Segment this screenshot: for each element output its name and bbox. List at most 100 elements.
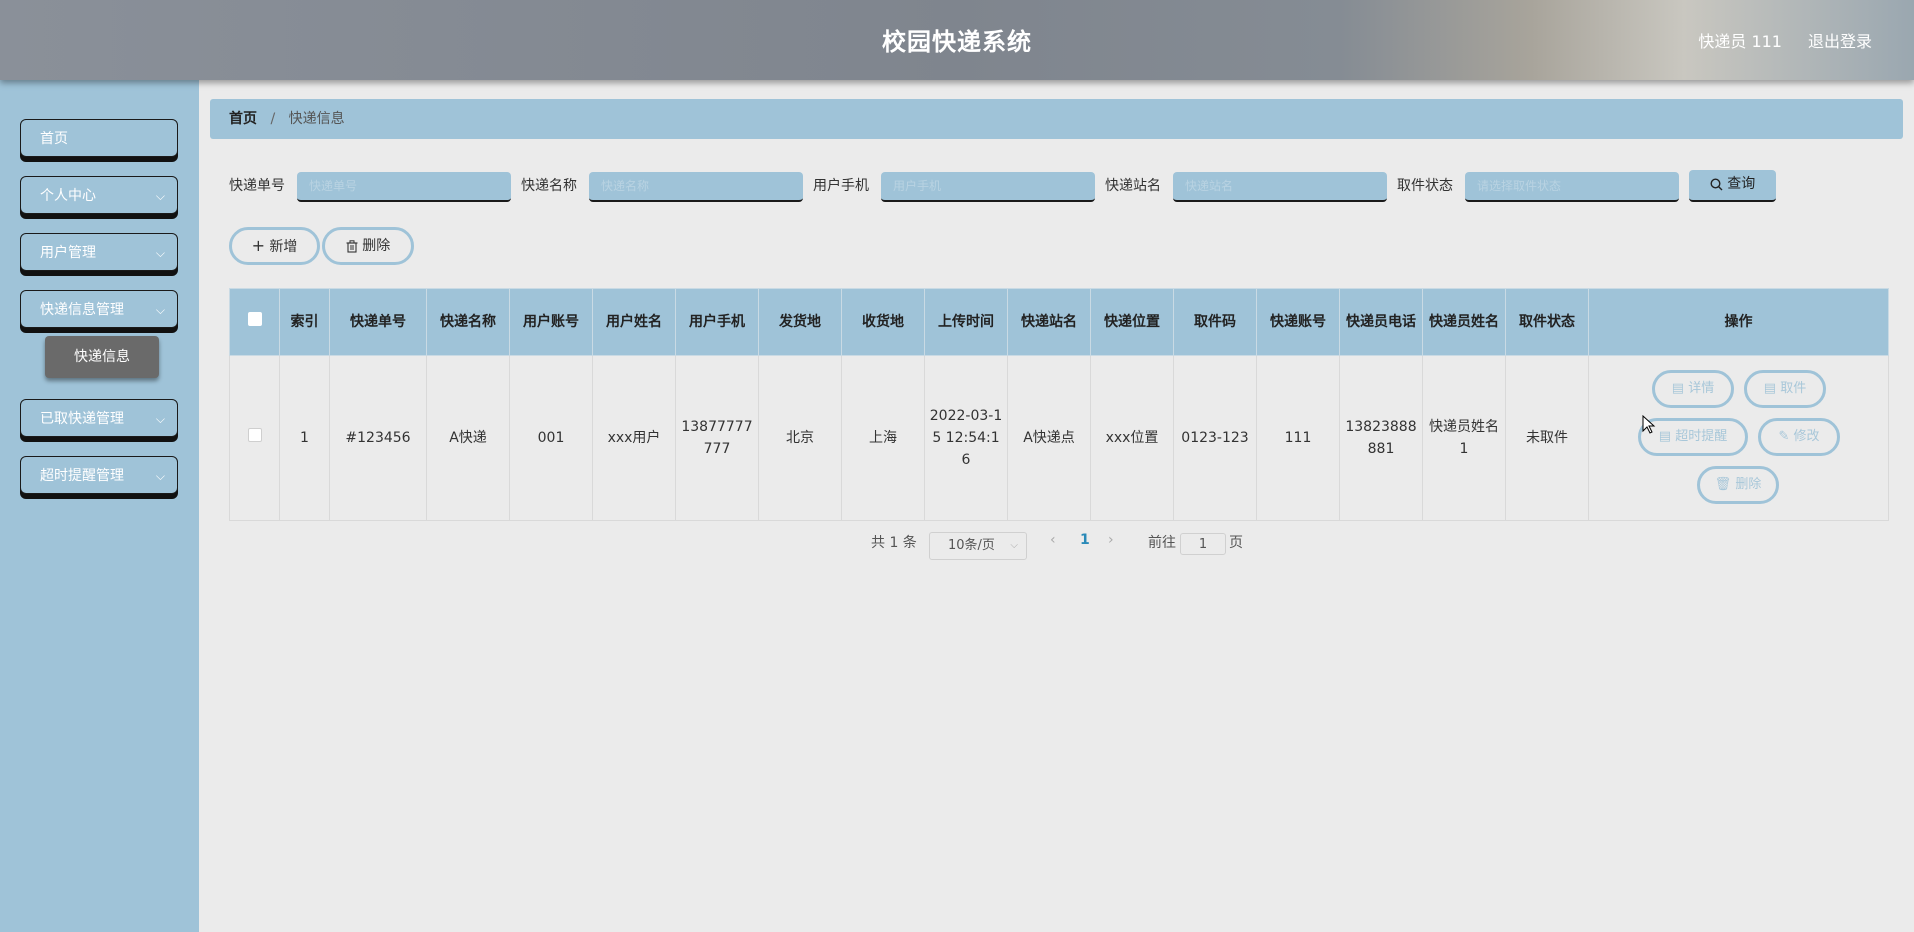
- column-header: 快递名称: [426, 288, 510, 356]
- search-label-user-phone: 用户手机: [813, 178, 869, 194]
- cell-pickup-code: 0123-123: [1173, 355, 1257, 521]
- cell-actions: ▤ 详情 ▤ 取件 ▤ 超时提醒 ✎ 修改 🗑︎ 删除: [1588, 355, 1889, 521]
- cell-tracking-no: #123456: [329, 355, 427, 521]
- query-button-label: 查询: [1727, 176, 1756, 192]
- user-phone-input[interactable]: [881, 172, 1095, 202]
- cell-user-name: xxx用户: [592, 355, 676, 521]
- edit-button-label: 修改: [1793, 429, 1820, 444]
- batch-delete-button[interactable]: 删除: [322, 227, 414, 265]
- add-button-label: 新增: [269, 239, 298, 255]
- express-table: 索引 快递单号 快递名称 用户账号 用户姓名 用户手机 发货地 收货地 上传时间…: [229, 288, 1889, 521]
- sidebar-item-express-management[interactable]: 快递信息管理 ⌵: [20, 290, 178, 328]
- column-header: 快递账号: [1256, 288, 1340, 356]
- cell-user-phone: 13877777777: [675, 355, 759, 521]
- chevron-down-icon: ⌵: [155, 189, 165, 203]
- top-header: 校园快递系统 快递员 111 退出登录: [0, 0, 1914, 80]
- plus-icon: +: [251, 236, 265, 255]
- chevron-down-icon: ⌵: [1010, 540, 1018, 551]
- sidebar-item-picked-management[interactable]: 已取快递管理 ⌵: [20, 399, 178, 437]
- page-size-select[interactable]: 10条/页 ⌵: [929, 532, 1027, 560]
- status-select[interactable]: [1465, 172, 1679, 202]
- sidebar: 首页 个人中心 ⌵ 用户管理 ⌵ 快递信息管理 ⌵ 快递信息 已取快递管理 ⌵ …: [0, 80, 199, 932]
- sidebar-item-home[interactable]: 首页: [20, 119, 178, 157]
- sidebar-item-label: 超时提醒管理: [40, 468, 124, 484]
- detail-button[interactable]: ▤ 详情: [1652, 370, 1734, 408]
- edit-button[interactable]: ✎ 修改: [1758, 418, 1840, 456]
- search-label-express-name: 快递名称: [521, 178, 577, 194]
- pencil-icon: ✎: [1778, 429, 1790, 444]
- chevron-down-icon: ⌵: [155, 412, 165, 426]
- column-header: 快递员姓名: [1422, 288, 1506, 356]
- search-label-tracking-no: 快递单号: [229, 178, 285, 194]
- column-header: 索引: [279, 288, 330, 356]
- cell-user-account: 001: [509, 355, 593, 521]
- column-header: 快递站名: [1007, 288, 1091, 356]
- search-label-status: 取件状态: [1397, 178, 1453, 194]
- row-select-cell: [229, 355, 280, 521]
- tracking-no-input[interactable]: [297, 172, 511, 202]
- chevron-down-icon: ⌵: [155, 469, 165, 483]
- cell-station: A快递点: [1007, 355, 1091, 521]
- column-header: 上传时间: [924, 288, 1008, 356]
- cell-index: 1: [279, 355, 330, 521]
- logout-link[interactable]: 退出登录: [1808, 28, 1872, 52]
- search-icon: [1710, 177, 1723, 190]
- pickup-button-label: 取件: [1780, 381, 1807, 396]
- column-header: 用户姓名: [592, 288, 676, 356]
- page-suffix: 页: [1229, 535, 1243, 551]
- sidebar-item-personal-center[interactable]: 个人中心 ⌵: [20, 176, 178, 214]
- breadcrumb-home[interactable]: 首页: [229, 111, 257, 127]
- mouse-cursor-icon: [1642, 415, 1656, 434]
- chevron-down-icon: ⌵: [155, 246, 165, 260]
- sidebar-subitem-express-info[interactable]: 快递信息: [45, 336, 159, 378]
- sidebar-item-label: 用户管理: [40, 245, 96, 261]
- trash-icon: 🗑︎: [1714, 477, 1732, 492]
- select-all-checkbox[interactable]: [247, 311, 262, 326]
- prev-page-icon[interactable]: ‹: [1050, 532, 1056, 548]
- query-button[interactable]: 查询: [1689, 170, 1776, 202]
- cell-origin: 北京: [758, 355, 842, 521]
- app-title: 校园快递系统: [882, 28, 1032, 56]
- detail-button-label: 详情: [1688, 381, 1715, 396]
- document-icon: ▤: [1763, 381, 1777, 396]
- goto-label: 前往: [1148, 535, 1176, 551]
- chevron-up-icon: ⌵: [155, 303, 165, 317]
- row-delete-button[interactable]: 🗑︎ 删除: [1697, 466, 1779, 504]
- goto-page-input[interactable]: [1180, 533, 1226, 555]
- breadcrumb-current: 快递信息: [288, 111, 345, 127]
- column-header: 取件状态: [1505, 288, 1589, 356]
- column-header: 快递员电话: [1339, 288, 1423, 356]
- column-header: 用户账号: [509, 288, 593, 356]
- table-row: 1 #123456 A快递 001 xxx用户 13877777777 北京 上…: [229, 355, 1889, 521]
- search-label-station: 快递站名: [1105, 178, 1161, 194]
- document-icon: ▤: [1671, 381, 1685, 396]
- cell-location: xxx位置: [1090, 355, 1174, 521]
- cell-courier-name: 快递员姓名1: [1422, 355, 1506, 521]
- sidebar-item-label: 首页: [40, 131, 68, 147]
- station-input[interactable]: [1173, 172, 1387, 202]
- express-name-input[interactable]: [589, 172, 803, 202]
- delete-button-label: 删除: [362, 238, 391, 254]
- sidebar-item-user-management[interactable]: 用户管理 ⌵: [20, 233, 178, 271]
- sidebar-item-label: 快递信息管理: [40, 302, 124, 318]
- breadcrumb: 首页 / 快递信息: [210, 99, 1903, 139]
- cell-express-name: A快递: [426, 355, 510, 521]
- sidebar-item-label: 已取快递管理: [40, 411, 124, 427]
- document-icon: ▤: [1658, 429, 1672, 444]
- trash-icon: [346, 239, 358, 253]
- cell-destination: 上海: [841, 355, 925, 521]
- column-header: 快递单号: [329, 288, 427, 356]
- page-number-current[interactable]: 1: [1080, 532, 1090, 548]
- column-header: 取件码: [1173, 288, 1257, 356]
- add-button[interactable]: + 新增: [229, 227, 320, 265]
- row-delete-button-label: 删除: [1735, 477, 1762, 492]
- column-header: 快递位置: [1090, 288, 1174, 356]
- sidebar-item-timeout-management[interactable]: 超时提醒管理 ⌵: [20, 456, 178, 494]
- next-page-icon[interactable]: ›: [1108, 532, 1114, 548]
- sidebar-item-label: 个人中心: [40, 188, 96, 204]
- row-checkbox[interactable]: [247, 428, 262, 442]
- remind-button-label: 超时提醒: [1675, 429, 1728, 444]
- table-header-row: 索引 快递单号 快递名称 用户账号 用户姓名 用户手机 发货地 收货地 上传时间…: [229, 288, 1889, 356]
- column-header: 发货地: [758, 288, 842, 356]
- pickup-button[interactable]: ▤ 取件: [1744, 370, 1826, 408]
